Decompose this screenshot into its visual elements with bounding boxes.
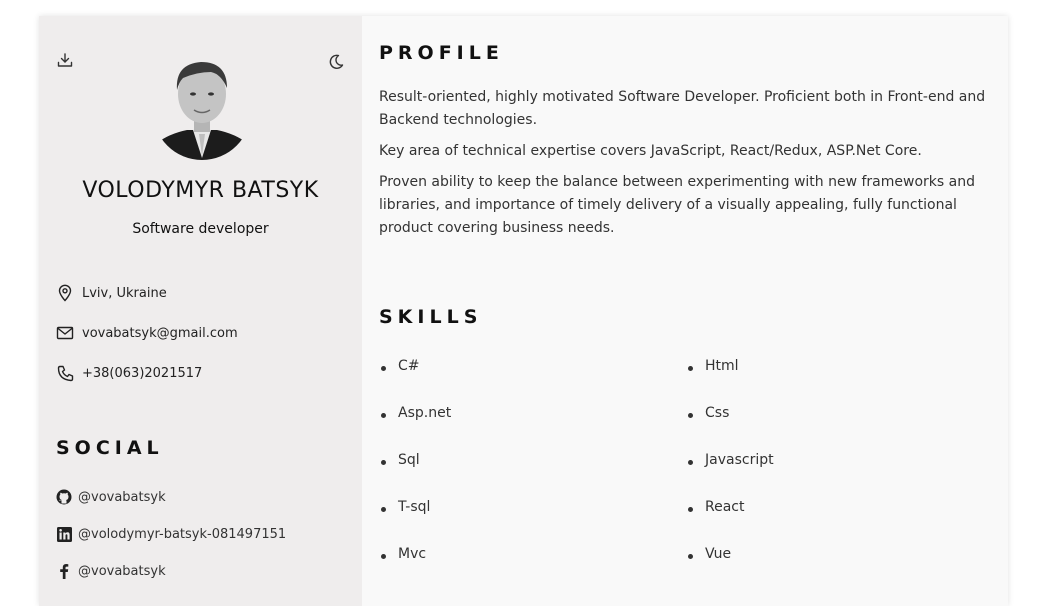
- skill-label: Sql: [398, 452, 420, 468]
- location-text: Lviv, Ukraine: [82, 285, 167, 301]
- moon-icon: [329, 54, 344, 69]
- skill-label: Asp.net: [398, 405, 452, 421]
- bullet: [381, 460, 386, 465]
- skill-item: Css: [686, 405, 979, 452]
- main-content: PROFILE Result-oriented, highly motivate…: [362, 16, 1008, 606]
- skill-label: T-sql: [398, 499, 431, 515]
- bullet: [688, 460, 693, 465]
- skills-list: C# Html Asp.net Css Sql Javascript T-sql…: [379, 358, 979, 593]
- skill-item: Html: [686, 358, 979, 405]
- social-link-github[interactable]: @vovabatsyk: [56, 489, 166, 505]
- email-text: vovabatsyk@gmail.com: [82, 325, 238, 341]
- skill-label: Vue: [705, 546, 732, 562]
- contact-email[interactable]: vovabatsyk@gmail.com: [56, 324, 238, 342]
- skill-label: C#: [398, 358, 420, 374]
- bullet: [688, 554, 693, 559]
- bullet: [381, 366, 386, 371]
- location-pin-icon: [56, 284, 74, 302]
- contact-phone[interactable]: +38(063)2021517: [56, 364, 202, 382]
- theme-toggle-button[interactable]: [325, 51, 347, 73]
- mail-icon: [56, 324, 74, 342]
- linkedin-icon: [56, 526, 72, 542]
- skill-label: Mvc: [398, 546, 427, 562]
- skills-heading: SKILLS: [379, 306, 483, 328]
- skill-item: T-sql: [379, 499, 686, 546]
- bullet: [381, 507, 386, 512]
- profile-paragraph: Proven ability to keep the balance betwe…: [379, 174, 975, 236]
- skill-label: React: [705, 499, 745, 515]
- skill-item: Mvc: [379, 546, 686, 593]
- skill-item: React: [686, 499, 979, 546]
- skill-item: Vue: [686, 546, 979, 593]
- skill-label: Javascript: [705, 452, 774, 468]
- skill-item: Javascript: [686, 452, 979, 499]
- profile-paragraph: Key area of technical expertise covers J…: [379, 143, 922, 159]
- profile-heading: PROFILE: [379, 42, 504, 64]
- social-link-linkedin[interactable]: @volodymyr-batsyk-081497151: [56, 526, 286, 542]
- linkedin-handle: @volodymyr-batsyk-081497151: [78, 526, 287, 542]
- facebook-icon: [56, 563, 72, 579]
- download-icon: [57, 53, 73, 67]
- profile-paragraph: Result-oriented, highly motivated Softwa…: [379, 89, 986, 128]
- github-handle: @vovabatsyk: [78, 489, 166, 505]
- social-heading: SOCIAL: [56, 437, 164, 459]
- avatar: [153, 50, 251, 160]
- profile-summary: Result-oriented, highly motivated Softwa…: [379, 86, 992, 240]
- github-icon: [56, 489, 72, 505]
- bullet: [688, 413, 693, 418]
- resume-card: VOLODYMYR BATSYK Software developer Lviv…: [39, 16, 1008, 606]
- bullet: [688, 507, 693, 512]
- phone-icon: [56, 364, 74, 382]
- social-link-facebook[interactable]: @vovabatsyk: [56, 563, 166, 579]
- bullet: [381, 554, 386, 559]
- skill-item: Asp.net: [379, 405, 686, 452]
- full-name: VOLODYMYR BATSYK: [82, 178, 319, 203]
- job-title: Software developer: [132, 221, 269, 237]
- bullet: [688, 366, 693, 371]
- bullet: [381, 413, 386, 418]
- profile-photo: [153, 50, 251, 160]
- skill-item: Sql: [379, 452, 686, 499]
- skill-item: C#: [379, 358, 686, 405]
- sidebar: VOLODYMYR BATSYK Software developer Lviv…: [39, 16, 362, 606]
- facebook-handle: @vovabatsyk: [78, 563, 166, 579]
- skill-label: Css: [705, 405, 730, 421]
- contact-location: Lviv, Ukraine: [56, 284, 167, 302]
- phone-text: +38(063)2021517: [82, 365, 203, 381]
- skill-label: Html: [705, 358, 739, 374]
- download-button[interactable]: [54, 49, 76, 71]
